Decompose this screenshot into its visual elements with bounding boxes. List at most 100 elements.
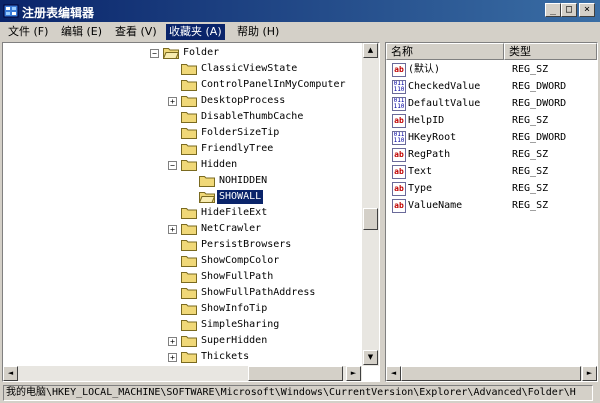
- list-scroll-right-button[interactable]: ►: [582, 366, 597, 381]
- tree-item[interactable]: PersistBrowsers: [3, 237, 361, 253]
- status-path: 我的电脑\HKEY_LOCAL_MACHINE\SOFTWARE\Microso…: [3, 385, 593, 401]
- tree-item[interactable]: + Thickets: [3, 349, 361, 365]
- menu-edit[interactable]: 编辑 (E): [58, 24, 105, 40]
- title-bar[interactable]: 注册表编辑器 _ □ ×: [0, 0, 600, 22]
- tree-item[interactable]: ControlPanelInMyComputer: [3, 77, 361, 93]
- menu-favorites[interactable]: 收藏夹 (A): [166, 24, 225, 40]
- tree-item-label[interactable]: Thickets: [199, 350, 251, 364]
- menu-file[interactable]: 文件 (F): [5, 24, 51, 40]
- key-tree: − Folder ClassicViewState ControlPanelInMyC…: [3, 43, 361, 366]
- tree-item[interactable]: FriendlyTree: [3, 141, 361, 157]
- tree-item-label[interactable]: ClassicViewState: [199, 62, 299, 76]
- value-row[interactable]: ab RegPath REG_SZ: [388, 147, 583, 164]
- folder-icon: [181, 319, 197, 331]
- scroll-up-button[interactable]: ▲: [363, 43, 378, 58]
- expand-icon[interactable]: +: [168, 353, 177, 362]
- expand-icon[interactable]: +: [168, 225, 177, 234]
- open-folder-icon: [162, 47, 180, 59]
- tree-item-label[interactable]: Folder: [181, 46, 221, 60]
- tree-item[interactable]: + SuperHidden: [3, 333, 361, 349]
- tree-item[interactable]: ShowFullPath: [3, 269, 361, 285]
- scroll-thumb[interactable]: [363, 208, 378, 230]
- collapse-icon[interactable]: −: [150, 49, 159, 58]
- tree-item[interactable]: ShowInfoTip: [3, 301, 361, 317]
- value-list: ab (默认) REG_SZ 011 110 CheckedValue REG_DWORD…: [386, 60, 597, 360]
- tree-horizontal-scrollbar[interactable]: ◄ ►: [3, 366, 362, 381]
- value-name: ValueName: [408, 200, 463, 211]
- tree-item[interactable]: ClassicViewState: [3, 61, 361, 77]
- tree-item[interactable]: FolderSizeTip: [3, 125, 361, 141]
- value-row[interactable]: ab (默认) REG_SZ: [388, 62, 583, 79]
- dword-value-icon: 011 110: [392, 80, 406, 94]
- tree-vertical-scrollbar[interactable]: ▲ ▼: [362, 43, 379, 366]
- folder-icon: [181, 95, 197, 107]
- tree-item-label[interactable]: ShowCompColor: [199, 254, 281, 268]
- tree-item-label[interactable]: HideFileExt: [199, 206, 269, 220]
- tree-item-label[interactable]: NetCrawler: [199, 222, 263, 236]
- tree-item[interactable]: SimpleSharing: [3, 317, 361, 333]
- tree-item-label[interactable]: FriendlyTree: [199, 142, 275, 156]
- tree-item-label[interactable]: SuperHidden: [199, 334, 269, 348]
- value-row[interactable]: ab ValueName REG_SZ: [388, 198, 583, 215]
- tree-item[interactable]: DisableThumbCache: [3, 109, 361, 125]
- regedit-icon: [3, 4, 19, 18]
- window-title: 注册表编辑器: [22, 6, 95, 20]
- tree-item[interactable]: + NetCrawler: [3, 221, 361, 237]
- value-type: REG_SZ: [512, 149, 549, 160]
- folder-icon: [181, 159, 197, 171]
- menu-bar: 文件 (F) 编辑 (E) 查看 (V) 收藏夹 (A) 帮助 (H): [0, 22, 600, 41]
- maximize-button[interactable]: □: [561, 3, 577, 17]
- tree-item-label[interactable]: ControlPanelInMyComputer: [199, 78, 348, 92]
- tree-item-label[interactable]: SHOWALL: [215, 189, 265, 205]
- tree-item-label[interactable]: Hidden: [199, 158, 239, 172]
- tree-item[interactable]: − Folder: [3, 45, 361, 61]
- expand-icon[interactable]: +: [168, 97, 177, 106]
- value-row[interactable]: ab Type REG_SZ: [388, 181, 583, 198]
- folder-icon: [181, 335, 197, 347]
- scroll-down-button[interactable]: ▼: [363, 350, 378, 365]
- folder-icon: [181, 287, 197, 299]
- list-scroll-left-button[interactable]: ◄: [386, 366, 401, 381]
- tree-item-label[interactable]: SimpleSharing: [199, 318, 281, 332]
- tree-item[interactable]: − Hidden: [3, 157, 361, 173]
- hscroll-thumb[interactable]: [248, 366, 343, 381]
- folder-icon: [181, 207, 197, 219]
- tree-item-label[interactable]: ShowFullPath: [199, 270, 275, 284]
- tree-item[interactable]: NOHIDDEN: [3, 173, 361, 189]
- menu-help[interactable]: 帮助 (H): [234, 24, 282, 40]
- value-list-pane[interactable]: 名称 类型 ab (默认) REG_SZ 011 110 CheckedValue REG…: [385, 42, 598, 382]
- close-button[interactable]: ×: [579, 3, 595, 17]
- tree-item[interactable]: HideFileExt: [3, 205, 361, 221]
- key-tree-pane[interactable]: − Folder ClassicViewState ControlPanelInMyC…: [2, 42, 380, 382]
- tree-item-label[interactable]: DisableThumbCache: [199, 110, 305, 124]
- scroll-left-button[interactable]: ◄: [3, 366, 18, 381]
- value-row[interactable]: ab Text REG_SZ: [388, 164, 583, 181]
- list-horizontal-scrollbar[interactable]: ◄ ►: [386, 366, 597, 381]
- value-row[interactable]: ab HelpID REG_SZ: [388, 113, 583, 130]
- list-hscroll-thumb[interactable]: [401, 366, 581, 381]
- value-row[interactable]: 011 110 CheckedValue REG_DWORD: [388, 79, 583, 96]
- collapse-icon[interactable]: −: [168, 161, 177, 170]
- menu-view[interactable]: 查看 (V): [112, 24, 160, 40]
- value-row[interactable]: 011 110 HKeyRoot REG_DWORD: [388, 130, 583, 147]
- scroll-right-button[interactable]: ►: [346, 366, 361, 381]
- minimize-button[interactable]: _: [545, 3, 561, 17]
- tree-item-label[interactable]: FolderSizeTip: [199, 126, 281, 140]
- tree-item[interactable]: + DesktopProcess: [3, 93, 361, 109]
- folder-icon: [199, 175, 215, 187]
- tree-item-label[interactable]: DesktopProcess: [199, 94, 287, 108]
- column-header-name[interactable]: 名称: [386, 43, 504, 60]
- value-name: HelpID: [408, 115, 445, 126]
- tree-item-label[interactable]: ShowInfoTip: [199, 302, 269, 316]
- tree-item-label[interactable]: NOHIDDEN: [217, 174, 269, 188]
- tree-item[interactable]: SHOWALL: [3, 189, 361, 205]
- tree-item-label[interactable]: ShowFullPathAddress: [199, 286, 317, 300]
- value-row[interactable]: 011 110 DefaultValue REG_DWORD: [388, 96, 583, 113]
- column-header-type[interactable]: 类型: [504, 43, 597, 60]
- value-name: DefaultValue: [408, 98, 481, 109]
- folder-icon: [181, 143, 197, 155]
- tree-item[interactable]: ShowCompColor: [3, 253, 361, 269]
- tree-item-label[interactable]: PersistBrowsers: [199, 238, 293, 252]
- expand-icon[interactable]: +: [168, 337, 177, 346]
- tree-item[interactable]: ShowFullPathAddress: [3, 285, 361, 301]
